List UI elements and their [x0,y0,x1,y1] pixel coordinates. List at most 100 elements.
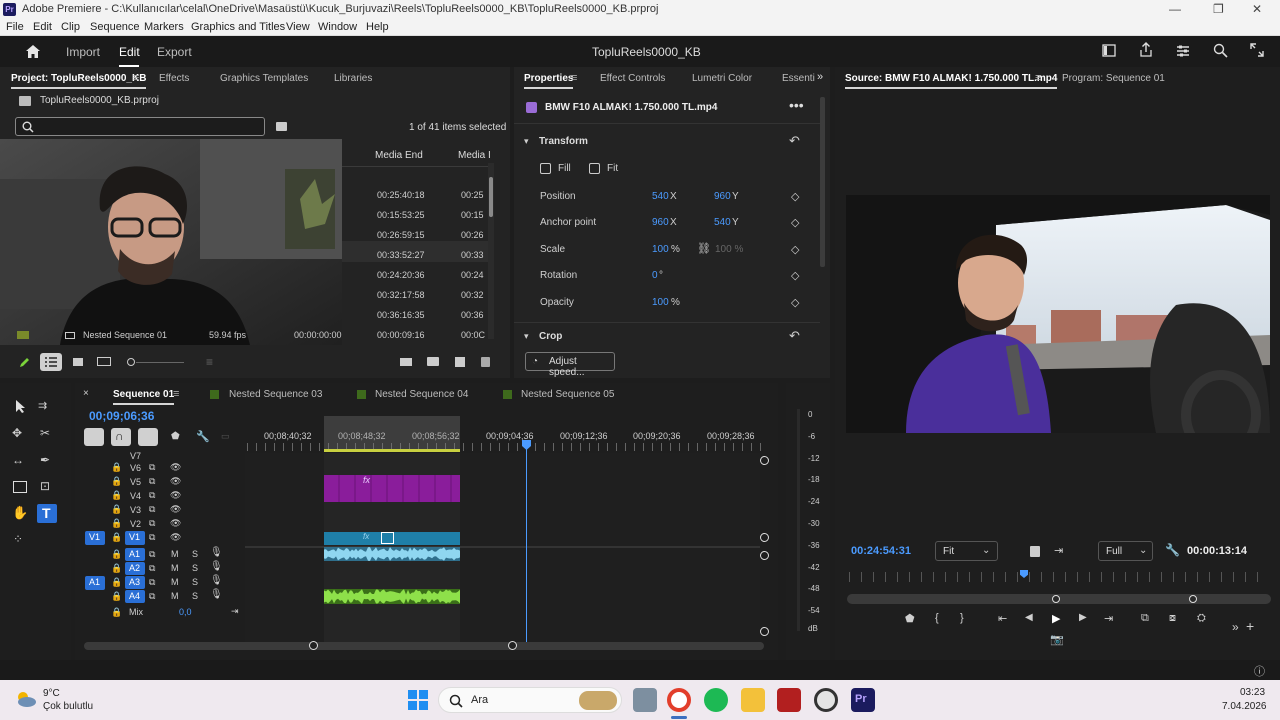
mic-icon[interactable]: 🎙 [210,589,223,600]
workspace-panel-icon[interactable] [1102,44,1116,57]
tab-export[interactable]: Export [157,45,192,59]
marker-icon[interactable]: ⬟ [171,431,180,442]
tab-nested-seq-05[interactable]: Nested Sequence 05 [521,389,614,400]
camera-icon[interactable]: 📷 [1050,633,1064,646]
linked-selection-button[interactable] [138,428,158,446]
chevron-down-icon[interactable]: ▾ [524,331,529,342]
track-label-v3[interactable]: V3 [130,505,141,515]
keyframe-diamond-icon[interactable]: ◇ [791,216,799,229]
step-back-icon[interactable]: ◀ [1025,612,1033,623]
safe-margins-icon[interactable] [1030,546,1040,557]
lock-icon[interactable]: 🔒 [111,591,122,602]
automate-icon[interactable] [400,358,412,366]
insert-clip-icon[interactable]: ⧉ [1141,612,1149,625]
sync-lock-icon[interactable]: ⧉ [149,591,155,602]
properties-scrollbar[interactable] [820,97,825,267]
eye-icon[interactable]: 👁 [170,504,181,515]
sort-icon[interactable]: ≡ [206,355,213,369]
tab-libraries[interactable]: Libraries [334,73,372,84]
link-icon[interactable]: ⛓ [697,242,711,255]
export-frame-icon[interactable]: ⛭ [1197,612,1206,625]
lock-icon[interactable]: 🔒 [111,549,122,560]
tab-nested-seq-04[interactable]: Nested Sequence 04 [375,389,468,400]
premiere-taskbar-icon[interactable]: Pr [851,688,875,712]
menu-sequence[interactable]: Sequence [90,21,140,33]
track-label-v5[interactable]: V5 [130,477,141,487]
menu-help[interactable]: Help [366,21,389,33]
more-options-icon[interactable]: ••• [789,97,804,113]
list-scrollbar[interactable] [488,163,494,339]
type-tool-button[interactable]: T [37,504,57,523]
play-icon[interactable]: ▶ [1052,612,1060,625]
keyframe-diamond-icon[interactable]: ◇ [791,190,799,203]
tab-import[interactable]: Import [66,45,100,59]
eye-icon[interactable]: 👁 [170,518,181,529]
reset-icon[interactable]: ↶ [789,328,800,344]
panel-menu-icon[interactable]: ≡ [133,72,139,84]
menu-edit[interactable]: Edit [33,21,52,33]
wrench-icon[interactable]: 🔧 [1165,543,1180,557]
track-select-icon[interactable]: ⇉ [38,399,47,412]
project-search-input[interactable] [15,117,265,136]
tab-lumetri-color[interactable]: Lumetri Color [692,73,752,84]
insert-nest-button[interactable] [84,428,104,446]
col-media-end[interactable]: Media End [375,150,423,161]
rotation-value[interactable]: 0 [652,270,658,281]
go-to-in-icon[interactable]: ⇤ [998,612,1007,625]
mark-in-icon[interactable]: { [935,612,939,624]
freeform-view-icon[interactable] [97,357,111,366]
trash-icon[interactable] [481,357,490,367]
panel-menu-icon[interactable]: ≡ [571,72,577,84]
add-marker-icon[interactable]: ⬟ [905,612,915,625]
close-tab-icon[interactable]: × [83,388,89,399]
zoom-slider-track[interactable] [136,362,184,363]
source-zoom-bar[interactable] [847,594,1271,604]
fullscreen-icon[interactable] [1250,43,1264,57]
audio-scroll-handle[interactable] [760,627,769,636]
step-forward-icon[interactable]: ▶ [1079,612,1087,623]
menu-markers[interactable]: Markers [144,21,184,33]
opacity-value[interactable]: 100 [652,297,669,308]
lock-icon[interactable]: 🔒 [111,577,122,588]
lock-icon[interactable]: 🔒 [111,462,122,473]
minimize-icon[interactable]: — [1169,2,1181,16]
keyframe-diamond-icon[interactable]: ◇ [791,296,799,309]
ripple-edit-icon[interactable]: ✥ [12,426,22,440]
lock-icon[interactable]: 🔒 [111,563,122,574]
row-name[interactable]: Nested Sequence 01 [83,330,167,340]
sync-lock-icon[interactable]: ⧉ [149,476,155,487]
v1-video-clip[interactable]: fx [324,532,460,545]
task-view-icon[interactable] [633,688,657,712]
crop-section-title[interactable]: Crop [539,331,562,342]
insert-icon[interactable]: ⇥ [1054,544,1063,557]
lock-icon[interactable]: 🔒 [111,476,122,487]
tab-project[interactable]: Project: TopluReels0000_KB [11,73,147,89]
home-icon[interactable] [25,44,41,59]
weather-cloud-icon[interactable] [14,689,38,709]
zoom-bar-handle-left[interactable] [1052,595,1060,603]
settings-sliders-icon[interactable] [1176,44,1190,57]
position-x-value[interactable]: 540 [652,191,669,202]
menu-graphics-titles[interactable]: Graphics and Titles [191,21,285,33]
sync-lock-icon[interactable]: ⧉ [149,490,155,501]
sync-lock-icon[interactable]: ⧉ [149,549,155,560]
menu-view[interactable]: View [286,21,310,33]
clock-date[interactable]: 7.04.2026 [1222,701,1267,712]
voicemeeter-icon[interactable] [777,688,801,712]
sync-lock-icon[interactable]: ⧉ [149,518,155,529]
info-icon[interactable]: ⓘ [1254,663,1265,679]
source-timecode-current[interactable]: 00:24:54:31 [851,545,911,557]
timeline-timecode[interactable]: 00;09;06;36 [89,409,154,423]
reset-icon[interactable]: ↶ [789,133,800,149]
track-target-a4[interactable]: A4 [125,590,145,603]
video-scroll-handle[interactable] [760,456,769,465]
mute-icon[interactable]: M [171,549,179,559]
slip-tool-icon[interactable]: ↔ [12,453,24,467]
a1-audio-clip[interactable] [324,547,460,561]
zoom-handle-left[interactable] [309,641,318,650]
lock-icon[interactable]: 🔒 [111,532,122,543]
list-scrollbar-thumb[interactable] [489,177,493,217]
track-label-v4[interactable]: V4 [130,491,141,501]
zoom-handle-right[interactable] [508,641,517,650]
close-icon[interactable]: ✕ [1252,2,1262,16]
